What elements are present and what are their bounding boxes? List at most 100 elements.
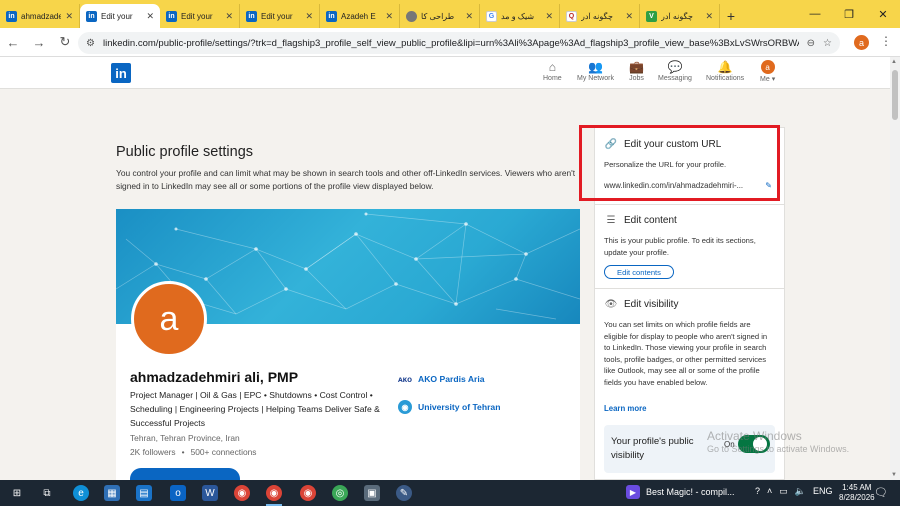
visibility-toggle-label: Your profile's public visibility	[611, 436, 694, 461]
edit-visibility-text: You can set limits on which profile fiel…	[604, 320, 768, 387]
highlight-box	[579, 125, 780, 201]
linkedin-nav: in ⌂ Home 👥 My Network 💼 Jobs 💬 Messagin…	[0, 57, 890, 89]
file-icon[interactable]: ▤	[136, 485, 152, 501]
word-icon[interactable]: W	[202, 485, 218, 501]
quora-icon: Q	[566, 10, 577, 22]
notification-center-icon[interactable]: 🗨	[874, 486, 888, 499]
url-input[interactable]: ⚙ linkedin.com/public-profile/settings/?…	[78, 32, 840, 54]
briefcase-icon: 💼	[629, 60, 644, 74]
chevron-up-icon[interactable]: ˄	[767, 486, 772, 497]
education-school[interactable]: ◉ University of Tehran	[398, 400, 500, 414]
nav-label: Notifications	[706, 75, 745, 82]
scrollbar-thumb[interactable]	[892, 70, 898, 120]
close-icon[interactable]: ✕	[305, 11, 313, 22]
browser-tab[interactable]: in Edit your ✕	[240, 4, 320, 28]
nav-label: Messaging	[658, 75, 692, 82]
profile-action-button[interactable]	[130, 468, 240, 480]
taskbar-clock[interactable]: 1:45 AM 8/28/2026	[839, 483, 875, 503]
system-tray: ? ˄ ▭ 🔈 ENG	[755, 486, 833, 497]
restore-icon[interactable]: ❐	[832, 0, 866, 28]
window-app-icon[interactable]: ▣	[364, 485, 380, 501]
profile-avatar: a	[131, 281, 207, 357]
zoom-icon[interactable]: ⊖	[807, 38, 815, 49]
chrome-icon[interactable]: ◉	[300, 485, 316, 501]
browser-tab[interactable]: طراحی کا ✕	[400, 4, 480, 28]
nav-label: My Network	[577, 75, 614, 82]
chrome-icon[interactable]: ◉	[234, 485, 250, 501]
edit-contents-button[interactable]: Edit contents	[604, 265, 674, 279]
nav-me[interactable]: a Me ▾	[760, 60, 775, 83]
close-icon[interactable]: ✕	[146, 11, 154, 22]
browser-profile-avatar[interactable]: a	[854, 35, 869, 50]
page-scrollbar[interactable]: ▲ ▼	[890, 57, 900, 480]
store-icon[interactable]: ▦	[104, 485, 120, 501]
connections-count: 500+ connections	[190, 447, 257, 457]
close-icon[interactable]: ✕	[65, 11, 73, 22]
browser-tab[interactable]: in ahmadzadehmiri ✕	[0, 4, 80, 28]
home-icon: ⌂	[548, 60, 556, 74]
bell-icon: 🔔	[717, 60, 733, 74]
learn-more-link[interactable]: Learn more	[604, 404, 646, 413]
browser-tab[interactable]: V چگونه آدر ✕	[640, 4, 720, 28]
close-icon[interactable]: ✕	[625, 11, 633, 22]
app-icon[interactable]: ◎	[332, 485, 348, 501]
profile-stats: 2K followers • 500+ connections	[130, 447, 256, 457]
url-text: linkedin.com/public-profile/settings/?tr…	[102, 37, 799, 49]
browser-menu-icon[interactable]: ⋮	[880, 34, 892, 48]
reload-icon[interactable]: ↻	[52, 29, 78, 55]
scroll-down-icon[interactable]: ▼	[891, 472, 897, 478]
minimize-icon[interactable]: —	[798, 0, 832, 28]
volume-icon[interactable]: 🔈	[795, 486, 806, 497]
back-icon[interactable]: ←	[0, 29, 26, 55]
edit-content-heading: ☰ Edit content	[604, 215, 677, 226]
site-info-icon[interactable]: ⚙	[86, 38, 95, 49]
browser-tab-active[interactable]: in Edit your ✕	[80, 4, 160, 28]
task-view-icon[interactable]: ⧉	[39, 485, 55, 501]
browser-tab[interactable]: G شیک و مد ✕	[480, 4, 560, 28]
tab-title: Edit your	[101, 11, 133, 21]
watermark-line-1: Activate Windows	[707, 429, 802, 443]
outlook-icon[interactable]: o	[170, 485, 186, 501]
chevron-down-icon: ▾	[771, 76, 776, 83]
linkedin-icon: in	[166, 10, 177, 22]
forward-icon[interactable]: →	[26, 29, 52, 55]
close-icon[interactable]: ✕	[705, 11, 713, 22]
bookmark-star-icon[interactable]: ☆	[823, 38, 832, 49]
nav-jobs[interactable]: 💼 Jobs	[629, 60, 644, 82]
help-icon[interactable]: ?	[755, 486, 760, 497]
close-window-icon[interactable]: ✕	[866, 0, 900, 28]
tab-title: ahmadzadehmiri	[21, 11, 61, 21]
taskbar-running-app[interactable]: ▶ Best Magic! - compil...	[626, 485, 735, 499]
linkedin-icon: in	[6, 10, 17, 22]
document-icon: ☰	[606, 215, 616, 226]
edge-icon[interactable]: e	[73, 485, 89, 501]
video-app-icon: ▶	[626, 485, 640, 499]
browser-tab[interactable]: in Edit your ✕	[160, 4, 240, 28]
language-indicator[interactable]: ENG	[813, 486, 833, 497]
browser-tab[interactable]: Q چگونه آدر ✕	[560, 4, 640, 28]
paint-icon[interactable]: ✎	[396, 485, 412, 501]
school-name: University of Tehran	[418, 402, 501, 412]
profile-location: Tehran, Tehran Province, Iran	[130, 433, 240, 443]
nav-my-network[interactable]: 👥 My Network	[577, 60, 614, 82]
scroll-up-icon[interactable]: ▲	[891, 59, 897, 65]
nav-messaging[interactable]: 💬 Messaging	[658, 60, 692, 82]
close-icon[interactable]: ✕	[545, 11, 553, 22]
new-tab-button[interactable]: +	[720, 4, 742, 28]
close-icon[interactable]: ✕	[385, 11, 393, 22]
edit-visibility-heading: 👁 Edit visibility	[604, 299, 679, 310]
browser-tab[interactable]: in Azadeh E ✕	[320, 4, 400, 28]
linkedin-logo[interactable]: in	[111, 63, 131, 83]
activate-windows-watermark: Activate Windows Go to Settings to activ…	[707, 429, 849, 454]
eye-icon: 👁	[604, 299, 618, 310]
current-company[interactable]: ᴀᴋᴏ AKO Pardis Aria	[398, 372, 485, 386]
windows-start-icon[interactable]: ⊞	[9, 485, 25, 501]
nav-notifications[interactable]: 🔔 Notifications	[706, 60, 744, 82]
divider	[595, 204, 784, 205]
nav-home[interactable]: ⌂ Home	[543, 60, 562, 82]
linkedin-icon: in	[246, 10, 257, 22]
chrome-icon[interactable]: ◉	[266, 485, 282, 501]
network-tray-icon[interactable]: ▭	[779, 486, 788, 497]
close-icon[interactable]: ✕	[465, 11, 473, 22]
close-icon[interactable]: ✕	[225, 11, 233, 22]
